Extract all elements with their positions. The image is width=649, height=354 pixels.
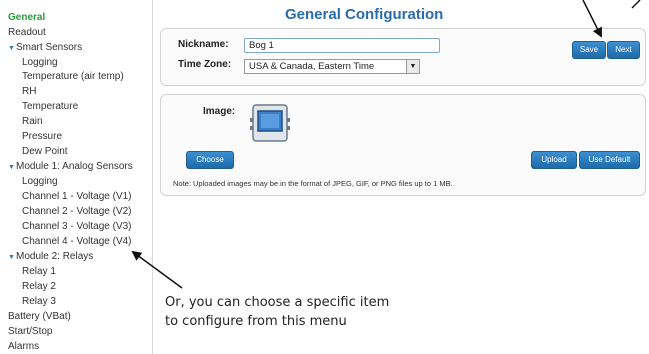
arrow-to-sidebar bbox=[131, 250, 183, 289]
annotation-line-1: Or, you can choose a specific item bbox=[165, 295, 390, 310]
arrow-to-next bbox=[631, 0, 641, 9]
annotation-text: Or, you can choose a specific item to co… bbox=[165, 293, 389, 331]
arrow-to-save bbox=[582, 0, 602, 38]
annotation-line-2: to configure from this menu bbox=[165, 314, 347, 329]
